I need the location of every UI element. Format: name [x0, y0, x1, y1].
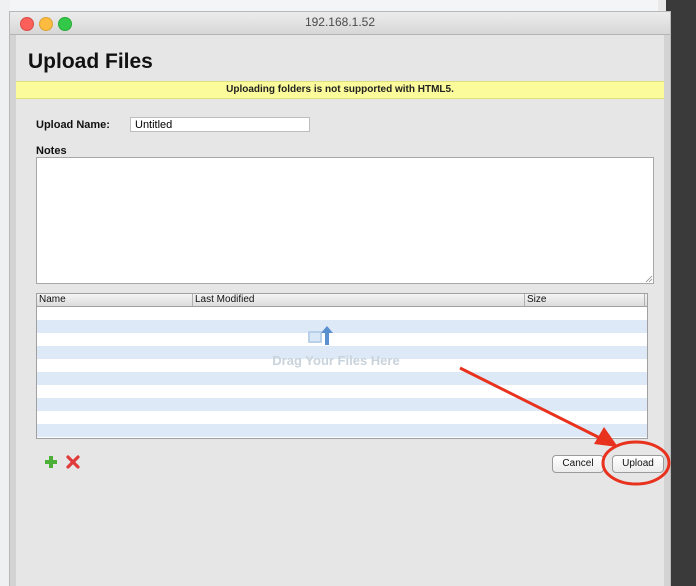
background-left [0, 0, 10, 586]
column-header-name[interactable]: Name [37, 294, 193, 306]
browser-window: 192.168.1.52 Upload Files Uploading fold… [10, 12, 670, 586]
upload-name-input[interactable] [130, 117, 310, 132]
upload-button[interactable]: Upload [612, 455, 664, 473]
table-header: Name Last Modified Size [37, 294, 647, 307]
warning-banner: Uploading folders is not supported with … [16, 81, 664, 99]
background-top [0, 0, 696, 12]
title-bar[interactable]: 192.168.1.52 [10, 12, 670, 35]
upload-arrow-icon [308, 326, 333, 345]
drop-zone-hint: Drag Your Files Here [272, 353, 400, 368]
upload-name-label: Upload Name: [36, 119, 110, 131]
cancel-button[interactable]: Cancel [552, 455, 604, 473]
notes-textarea[interactable] [36, 157, 654, 284]
file-list-body[interactable] [37, 307, 647, 438]
column-header-size[interactable]: Size [525, 294, 645, 306]
green-plus-icon[interactable] [44, 455, 58, 469]
background-right-dark [666, 0, 696, 586]
upload-dialog: Upload Files Uploading folders is not su… [16, 35, 664, 580]
notes-label: Notes [36, 145, 67, 157]
window-title: 192.168.1.52 [304, 15, 376, 29]
red-x-icon[interactable] [66, 455, 80, 469]
content-right-edge [664, 35, 670, 586]
resize-grip-icon[interactable] [645, 275, 653, 283]
page-title: Upload Files [28, 50, 153, 73]
column-header-last-modified[interactable]: Last Modified [193, 294, 525, 306]
